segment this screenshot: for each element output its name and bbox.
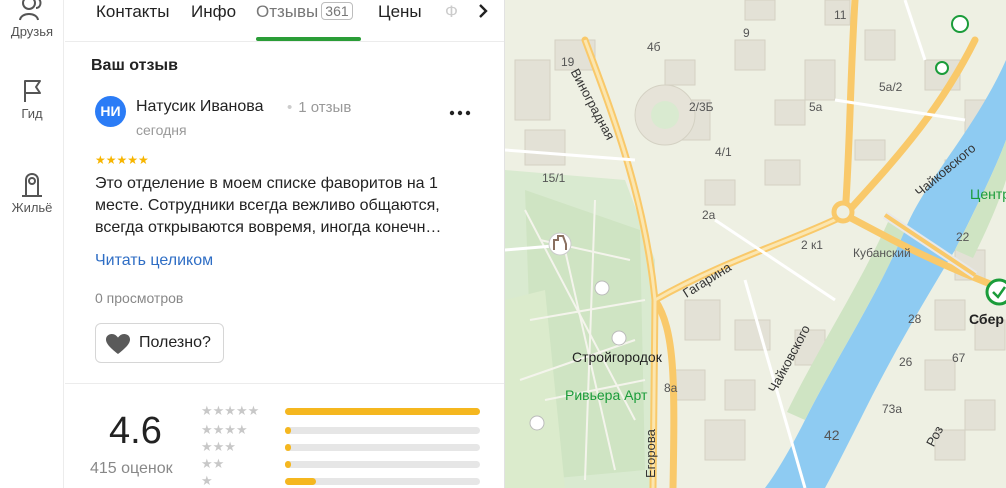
tab-info[interactable]: Инфо bbox=[191, 2, 236, 22]
tab-reviews[interactable]: Отзывы 361 bbox=[256, 2, 353, 22]
histogram-stars: ★★★★ bbox=[201, 422, 248, 437]
review-author-name[interactable]: Натусик Иванова bbox=[136, 98, 263, 116]
review-text-line: месте. Сотрудники всегда вежливо общаютс… bbox=[95, 197, 440, 214]
rail-item-guide[interactable]: Гид bbox=[0, 78, 64, 121]
review-stars: ★★★★★ bbox=[95, 153, 149, 167]
more-dots-icon bbox=[449, 110, 471, 116]
tabs-scroll-right-button[interactable] bbox=[469, 0, 503, 24]
histogram-stars: ★★★ bbox=[201, 439, 236, 454]
histogram-track bbox=[285, 478, 480, 485]
tabs-bar: Контакты Инфо Отзывы 361 Цены Ф bbox=[65, 0, 504, 42]
map-label-street: Егорова bbox=[643, 429, 658, 478]
map-label-house: 19 bbox=[561, 55, 575, 69]
histogram-track bbox=[285, 427, 480, 434]
map-label-house: 26 bbox=[899, 355, 913, 369]
flag-icon bbox=[24, 80, 41, 102]
map-label-place: Центр bbox=[970, 186, 1006, 202]
histogram-bar bbox=[285, 444, 291, 451]
map-label-house: 4б bbox=[647, 40, 661, 54]
left-rail: Друзья Гид Жильё bbox=[0, 0, 64, 488]
useful-button-label: Полезно? bbox=[139, 334, 211, 351]
rail-label-housing: Жильё bbox=[11, 200, 53, 215]
review-text-line: всегда открываются вовремя, иногда конеч… bbox=[95, 219, 442, 236]
histogram-track bbox=[285, 444, 480, 451]
rail-item-friends[interactable]: Друзья bbox=[0, 0, 64, 39]
map-label-house: 5а bbox=[809, 100, 823, 114]
map-label-house: 2/3Б bbox=[689, 100, 714, 114]
place-panel: Контакты Инфо Отзывы 361 Цены Ф Ваш отзыв… bbox=[65, 0, 505, 488]
friends-icon bbox=[19, 0, 42, 21]
map-label-place: Ривьера Арт bbox=[565, 387, 648, 403]
map-label-house: 15/1 bbox=[542, 171, 566, 185]
map-label-house: 42 bbox=[824, 427, 840, 443]
map-label-street: Кубанский bbox=[853, 246, 911, 260]
rail-label-guide: Гид bbox=[21, 106, 43, 121]
map-view[interactable]: Виноградная Гагарина Чайковского Чайковс… bbox=[505, 0, 1006, 488]
map-label-place: Сбер bbox=[969, 311, 1004, 327]
rail-item-housing[interactable]: Жильё bbox=[0, 166, 64, 215]
tab-photos[interactable]: Ф bbox=[445, 2, 458, 22]
section-divider bbox=[65, 383, 504, 384]
histogram-stars: ★★★★★ bbox=[201, 403, 260, 418]
chevron-right-icon bbox=[479, 4, 488, 18]
map-label-house: 2 к1 bbox=[801, 238, 823, 252]
map-label-house: 9 bbox=[743, 26, 750, 40]
histogram-track bbox=[285, 461, 480, 468]
map-label-house: 22 bbox=[956, 230, 970, 244]
house-icon bbox=[22, 173, 42, 197]
histogram-bar bbox=[285, 461, 291, 468]
map-label-place: Стройгородок bbox=[572, 349, 662, 365]
histogram-stars: ★ bbox=[201, 473, 213, 488]
map-label-house: 67 bbox=[952, 351, 966, 365]
map-label-house: 4/1 bbox=[715, 145, 732, 159]
histogram-track bbox=[285, 408, 480, 415]
rating-value: 4.6 bbox=[109, 410, 162, 452]
review-text: Это отделение в моем списке фаворитов на… bbox=[95, 173, 490, 239]
your-review-title: Ваш отзыв bbox=[91, 57, 178, 74]
tab-reviews-label: Отзывы bbox=[256, 2, 319, 21]
map-label-house: 8а bbox=[664, 381, 678, 395]
views-count: 0 просмотров bbox=[95, 290, 184, 306]
author-reviews-count-text: 1 отзыв bbox=[298, 99, 352, 116]
useful-button[interactable]: Полезно? bbox=[95, 323, 224, 363]
map-label-house: 2а bbox=[702, 208, 716, 222]
active-tab-indicator bbox=[256, 37, 361, 41]
tab-contacts[interactable]: Контакты bbox=[96, 2, 169, 22]
author-reviews-count: • 1 отзыв bbox=[287, 99, 352, 116]
histogram-bar bbox=[285, 427, 291, 434]
histogram-bar bbox=[285, 478, 317, 485]
heart-icon bbox=[106, 334, 130, 354]
map-label-house: 11 bbox=[834, 8, 847, 22]
avatar[interactable]: НИ bbox=[95, 96, 126, 127]
review-text-line: Это отделение в моем списке фаворитов на… bbox=[95, 175, 438, 192]
rail-label-friends: Друзья bbox=[10, 24, 54, 39]
map-label-house: 5а/2 bbox=[879, 80, 903, 94]
read-more-link[interactable]: Читать целиком bbox=[95, 252, 213, 270]
map-label-house: 28 bbox=[908, 312, 922, 326]
histogram-stars: ★★ bbox=[201, 456, 225, 471]
review-date: сегодня bbox=[136, 122, 187, 138]
reviews-count-badge: 361 bbox=[321, 2, 353, 20]
tab-prices[interactable]: Цены bbox=[378, 2, 422, 22]
rating-count: 415 оценок bbox=[90, 460, 173, 477]
review-more-button[interactable] bbox=[447, 103, 473, 123]
map-label-house: 73а bbox=[882, 402, 903, 416]
histogram-bar bbox=[285, 408, 480, 415]
